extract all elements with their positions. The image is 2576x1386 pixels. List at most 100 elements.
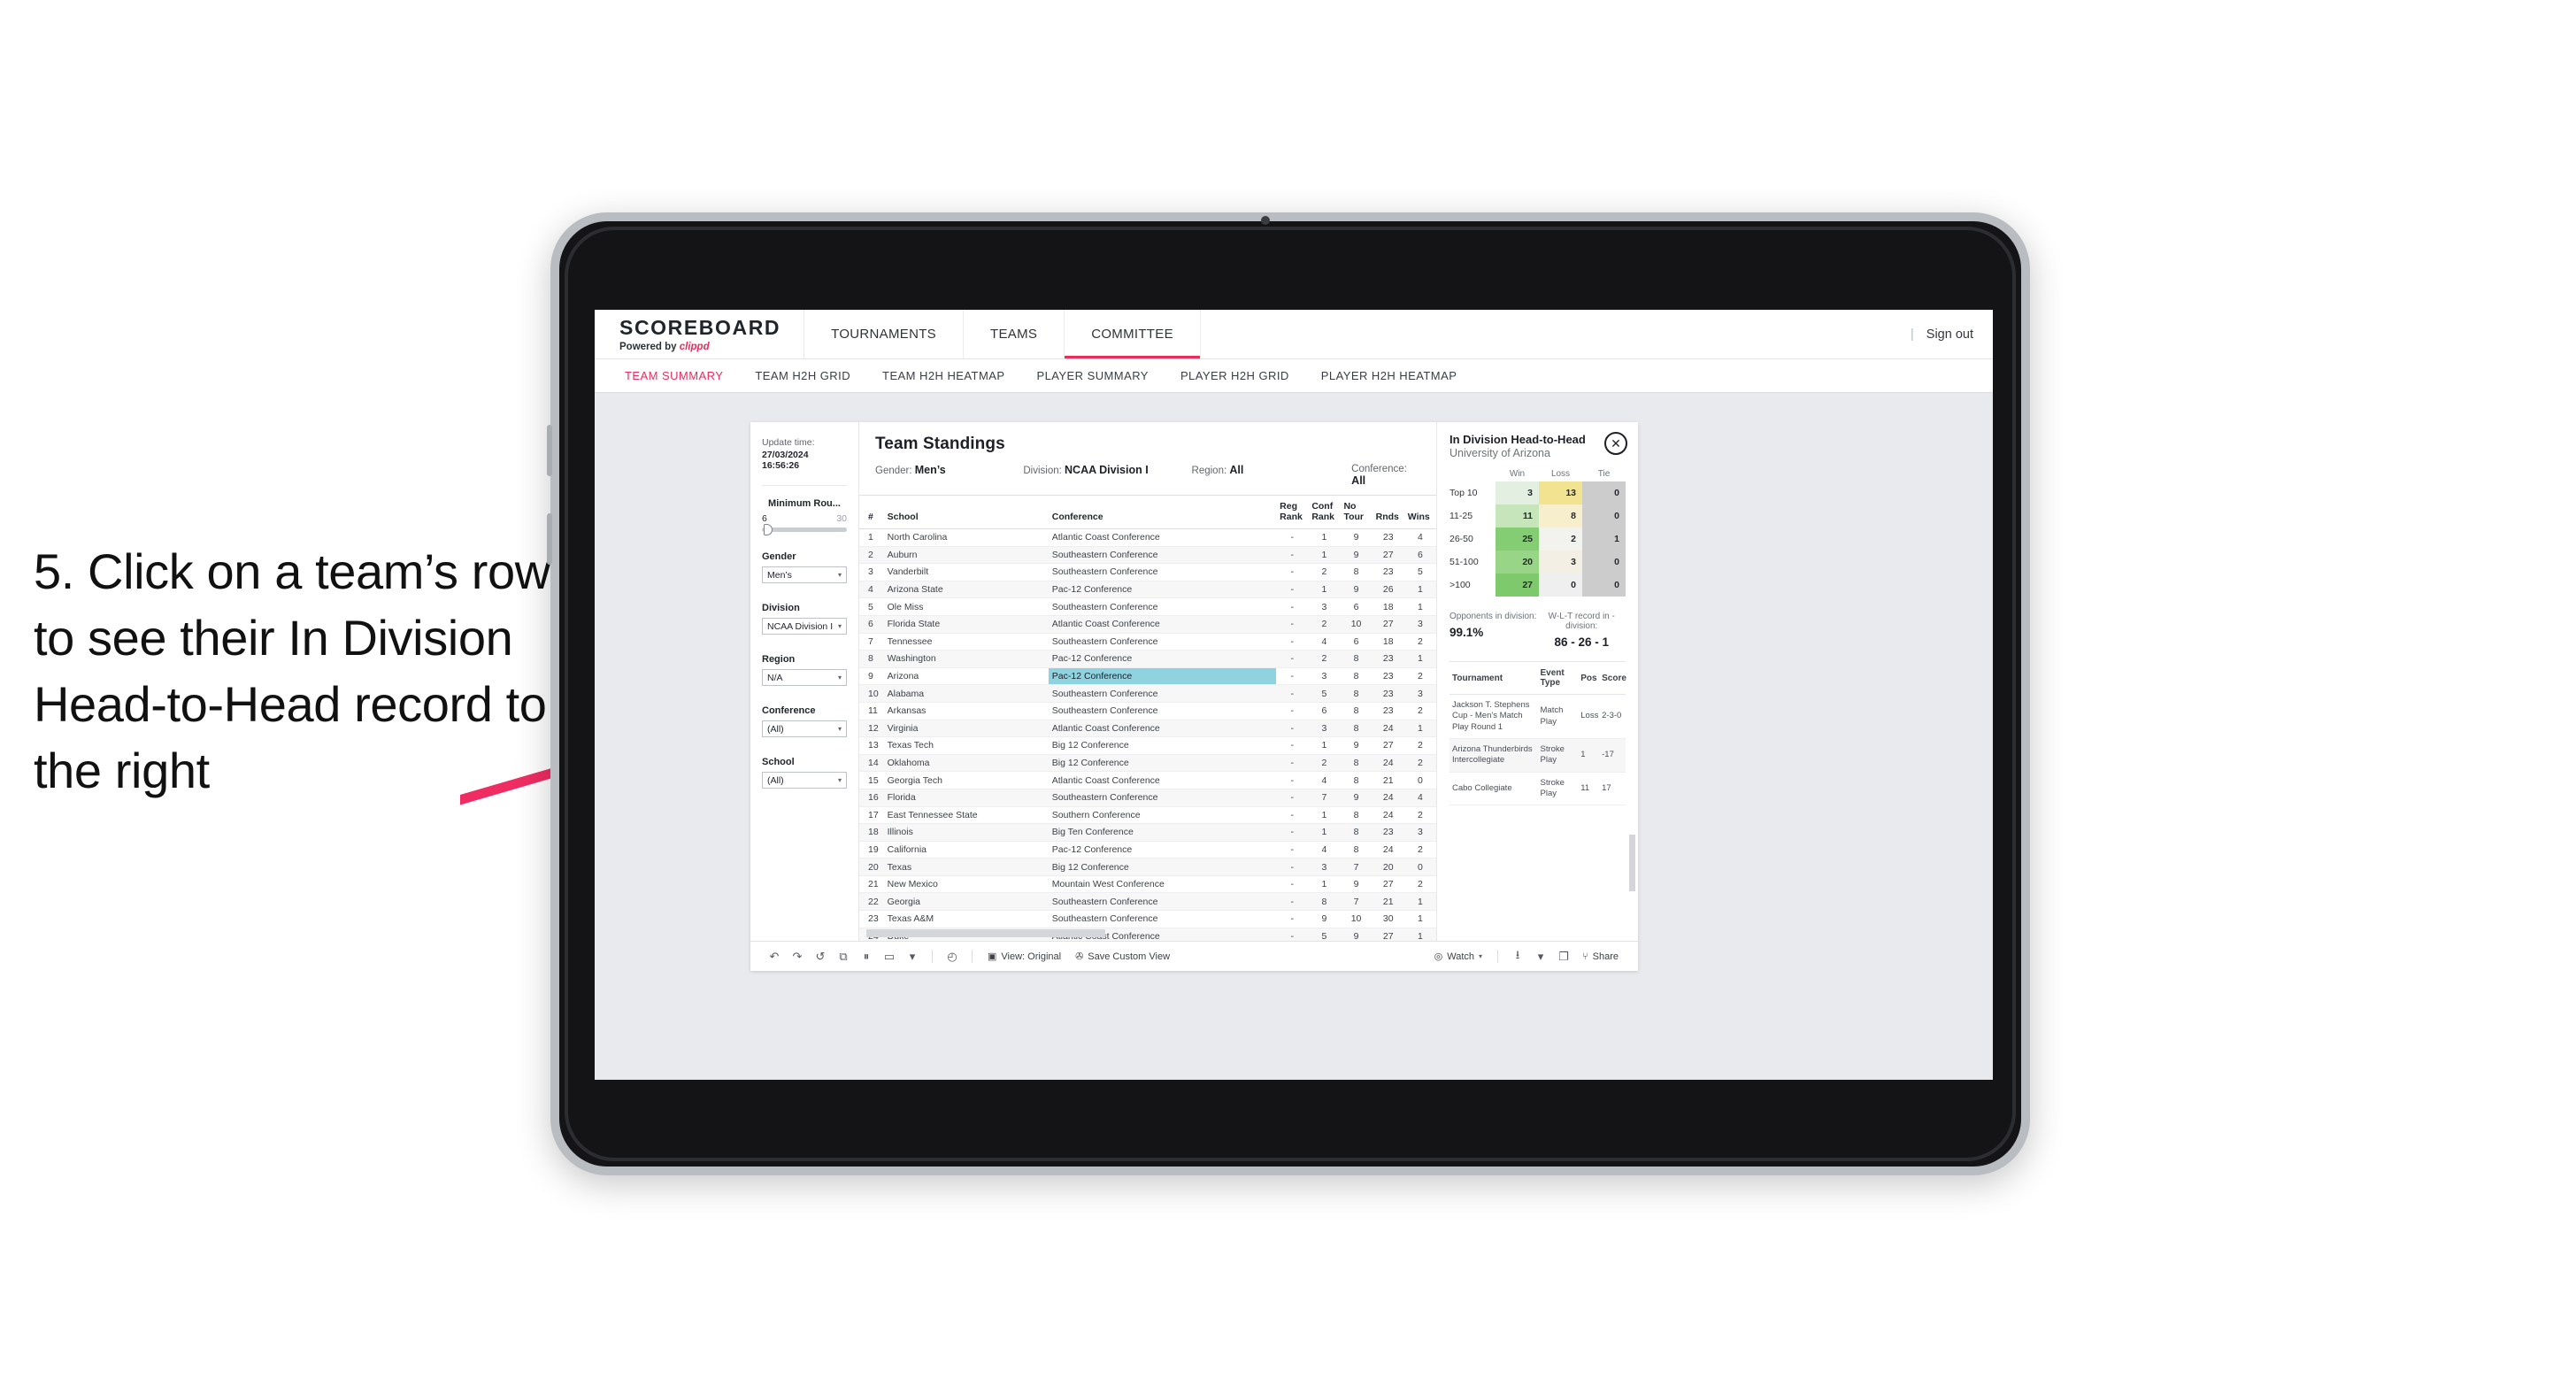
view-original-button[interactable]: ▣ View: Original [980, 951, 1068, 963]
cell-wins: 5 [1403, 563, 1436, 581]
h2h-cell-loss: 2 [1539, 527, 1582, 551]
tournament-row[interactable]: Cabo Collegiate Stroke Play 11 17 [1449, 772, 1626, 806]
download-chevron-down-icon[interactable]: ▾ [1529, 950, 1552, 964]
volume-down-button[interactable] [547, 513, 552, 565]
watch-button[interactable]: ◎ Watch ▾ [1427, 951, 1489, 963]
vertical-scrollbar[interactable] [1629, 835, 1635, 891]
table-row[interactable]: 12 Virginia Atlantic Coast Conference -3 8 24… [859, 720, 1436, 738]
close-icon[interactable]: ✕ [1604, 432, 1627, 455]
standings-table-wrapper[interactable]: # School Conference Reg Rank Conf Rank N… [859, 495, 1436, 941]
share-label: Share [1592, 951, 1619, 962]
column-header-conf-rank[interactable]: Conf Rank [1308, 496, 1341, 529]
table-row[interactable]: 13 Texas Tech Big 12 Conference -1 9 27 2 [859, 736, 1436, 755]
table-row[interactable]: 20 Texas Big 12 Conference -3 7 20 0 [859, 858, 1436, 876]
nav-item-committee[interactable]: COMMITTEE [1065, 310, 1201, 358]
column-header-wins[interactable]: Wins [1403, 496, 1436, 529]
undo-icon[interactable]: ↶ [763, 950, 786, 964]
download-icon[interactable]: ⭳ [1506, 947, 1529, 966]
column-header-no-tour[interactable]: No Tour [1340, 496, 1373, 529]
column-header-rank[interactable]: # [859, 496, 884, 529]
tab-player-h2h-grid[interactable]: PLAYER H2H GRID [1165, 369, 1305, 382]
table-row[interactable]: 5 Ole Miss Southeastern Conference -3 6 18 1 [859, 597, 1436, 616]
table-row[interactable]: 19 California Pac-12 Conference -4 8 24 2 [859, 841, 1436, 859]
tab-team-h2h-heatmap[interactable]: TEAM H2H HEATMAP [866, 369, 1020, 382]
cell-conf-rank: 1 [1308, 875, 1341, 894]
cell-school: Georgia Tech [883, 771, 1049, 789]
cell-school: Texas A&M [883, 910, 1049, 928]
slider-thumb[interactable] [764, 524, 773, 536]
tournament-row[interactable]: Jackson T. Stephens Cup - Men’s Match Pl… [1449, 694, 1626, 740]
table-row[interactable]: 23 Texas A&M Southeastern Conference -9 10 30… [859, 910, 1436, 928]
school-select[interactable]: (All) ▾ [762, 772, 847, 789]
region-select[interactable]: N/A ▾ [762, 669, 847, 687]
device-icon[interactable]: ❐ [1552, 950, 1575, 964]
share-button[interactable]: ⑂ Share [1575, 951, 1626, 962]
revert-icon[interactable]: ↺ [809, 950, 832, 964]
horizontal-scrollbar[interactable] [866, 929, 1105, 937]
watch-chevron-down-icon: ▾ [1479, 952, 1483, 960]
cell-rnds: 27 [1372, 875, 1404, 894]
table-row[interactable]: 3 Vanderbilt Southeastern Conference -2 8 23 5 [859, 563, 1436, 581]
cell-rnds: 23 [1372, 528, 1404, 547]
cell-no-tour: 6 [1340, 597, 1373, 616]
nav-item-teams[interactable]: TEAMS [964, 310, 1065, 358]
refresh-icon[interactable]: ⧉ [832, 950, 855, 964]
dashboard-main: Update time: 27/03/2024 16:56:26 Minimum… [750, 422, 1638, 941]
table-row[interactable]: 11 Arkansas Southeastern Conference -6 8 23 2 [859, 702, 1436, 720]
column-header-rnds[interactable]: Rnds [1372, 496, 1404, 529]
volume-up-button[interactable] [547, 425, 552, 476]
tournament-table-wrapper[interactable]: Tournament Event Type Pos Score Jackson … [1449, 661, 1626, 806]
table-row[interactable]: 18 Illinois Big Ten Conference -1 8 23 3 [859, 823, 1436, 842]
pause-icon[interactable]: ⏸ [855, 950, 878, 964]
column-header-conference[interactable]: Conference [1048, 496, 1277, 529]
table-row[interactable]: 6 Florida State Atlantic Coast Conference -… [859, 615, 1436, 634]
cell-rnds: 21 [1372, 892, 1404, 912]
table-row[interactable]: 17 East Tennessee State Southern Conferenc… [859, 806, 1436, 825]
table-row[interactable]: 1 North Carolina Atlantic Coast Conference… [859, 528, 1436, 547]
nav-item-tournaments[interactable]: TOURNAMENTS [804, 310, 964, 358]
table-row[interactable]: 9 Arizona Pac-12 Conference -3 8 23 2 [859, 667, 1436, 686]
table-row[interactable]: 21 New Mexico Mountain West Conference -1 9 2… [859, 875, 1436, 894]
cell-reg-rank: - [1276, 684, 1309, 703]
tab-player-h2h-heatmap[interactable]: PLAYER H2H HEATMAP [1305, 369, 1473, 382]
cell-no-tour: 10 [1340, 615, 1373, 634]
division-select[interactable]: NCAA Division I ▾ [762, 618, 847, 635]
table-row[interactable]: 4 Arizona State Pac-12 Conference -1 9 26 1 [859, 581, 1436, 599]
speed-icon[interactable]: ◴ [941, 950, 964, 964]
top-nav-right: | Sign out [1911, 310, 1993, 358]
table-row[interactable]: 7 Tennessee Southeastern Conference -4 6 18 2 [859, 633, 1436, 651]
tab-team-summary[interactable]: TEAM SUMMARY [609, 369, 739, 382]
tab-player-summary[interactable]: PLAYER SUMMARY [1020, 369, 1164, 382]
table-row[interactable]: 10 Alabama Southeastern Conference -5 8 23 3 [859, 684, 1436, 703]
cell-rank: 7 [859, 633, 884, 651]
h2h-band-label: Top 10 [1449, 488, 1478, 498]
cell-conf-rank: 7 [1308, 789, 1341, 807]
cell-school: New Mexico [883, 875, 1049, 894]
table-row[interactable]: 15 Georgia Tech Atlantic Coast Conference -… [859, 771, 1436, 789]
layout-icon[interactable]: ▭ [878, 950, 901, 964]
conference-select[interactable]: (All) ▾ [762, 720, 847, 738]
table-row[interactable]: 8 Washington Pac-12 Conference -2 8 23 1 [859, 650, 1436, 668]
tab-team-h2h-grid[interactable]: TEAM H2H GRID [739, 369, 866, 382]
save-custom-view-button[interactable]: ✇ Save Custom View [1068, 951, 1177, 963]
column-header-reg-rank[interactable]: Reg Rank [1276, 496, 1309, 529]
brand-logo[interactable]: SCOREBOARD Powered by clippd [595, 310, 805, 358]
cell-rnds: 20 [1372, 858, 1404, 876]
table-row[interactable]: 22 Georgia Southeastern Conference -8 7 21 1 [859, 892, 1436, 912]
cell-no-tour: 9 [1340, 736, 1373, 755]
column-header-school[interactable]: School [883, 496, 1049, 529]
cell-school: Tennessee [883, 633, 1049, 651]
cell-conf-rank: 1 [1308, 528, 1341, 547]
minimum-rounds-slider[interactable] [762, 524, 847, 536]
table-row[interactable]: 14 Oklahoma Big 12 Conference -2 8 24 2 [859, 754, 1436, 773]
layout-chevron-down-icon[interactable]: ▾ [901, 950, 924, 964]
gender-select[interactable]: Men’s ▾ [762, 566, 847, 584]
breadcrumb-conference-value: All [1351, 474, 1366, 487]
cell-conference: Southeastern Conference [1048, 789, 1277, 807]
sign-out-link[interactable]: Sign out [1926, 327, 1973, 342]
table-row[interactable]: 2 Auburn Southeastern Conference -1 9 27 6 [859, 546, 1436, 565]
cell-conference: Southeastern Conference [1048, 892, 1277, 912]
redo-icon[interactable]: ↷ [786, 950, 809, 964]
table-row[interactable]: 16 Florida Southeastern Conference -7 9 24 4 [859, 789, 1436, 807]
tournament-row[interactable]: Arizona Thunderbirds Intercollegiate Stro… [1449, 738, 1626, 773]
